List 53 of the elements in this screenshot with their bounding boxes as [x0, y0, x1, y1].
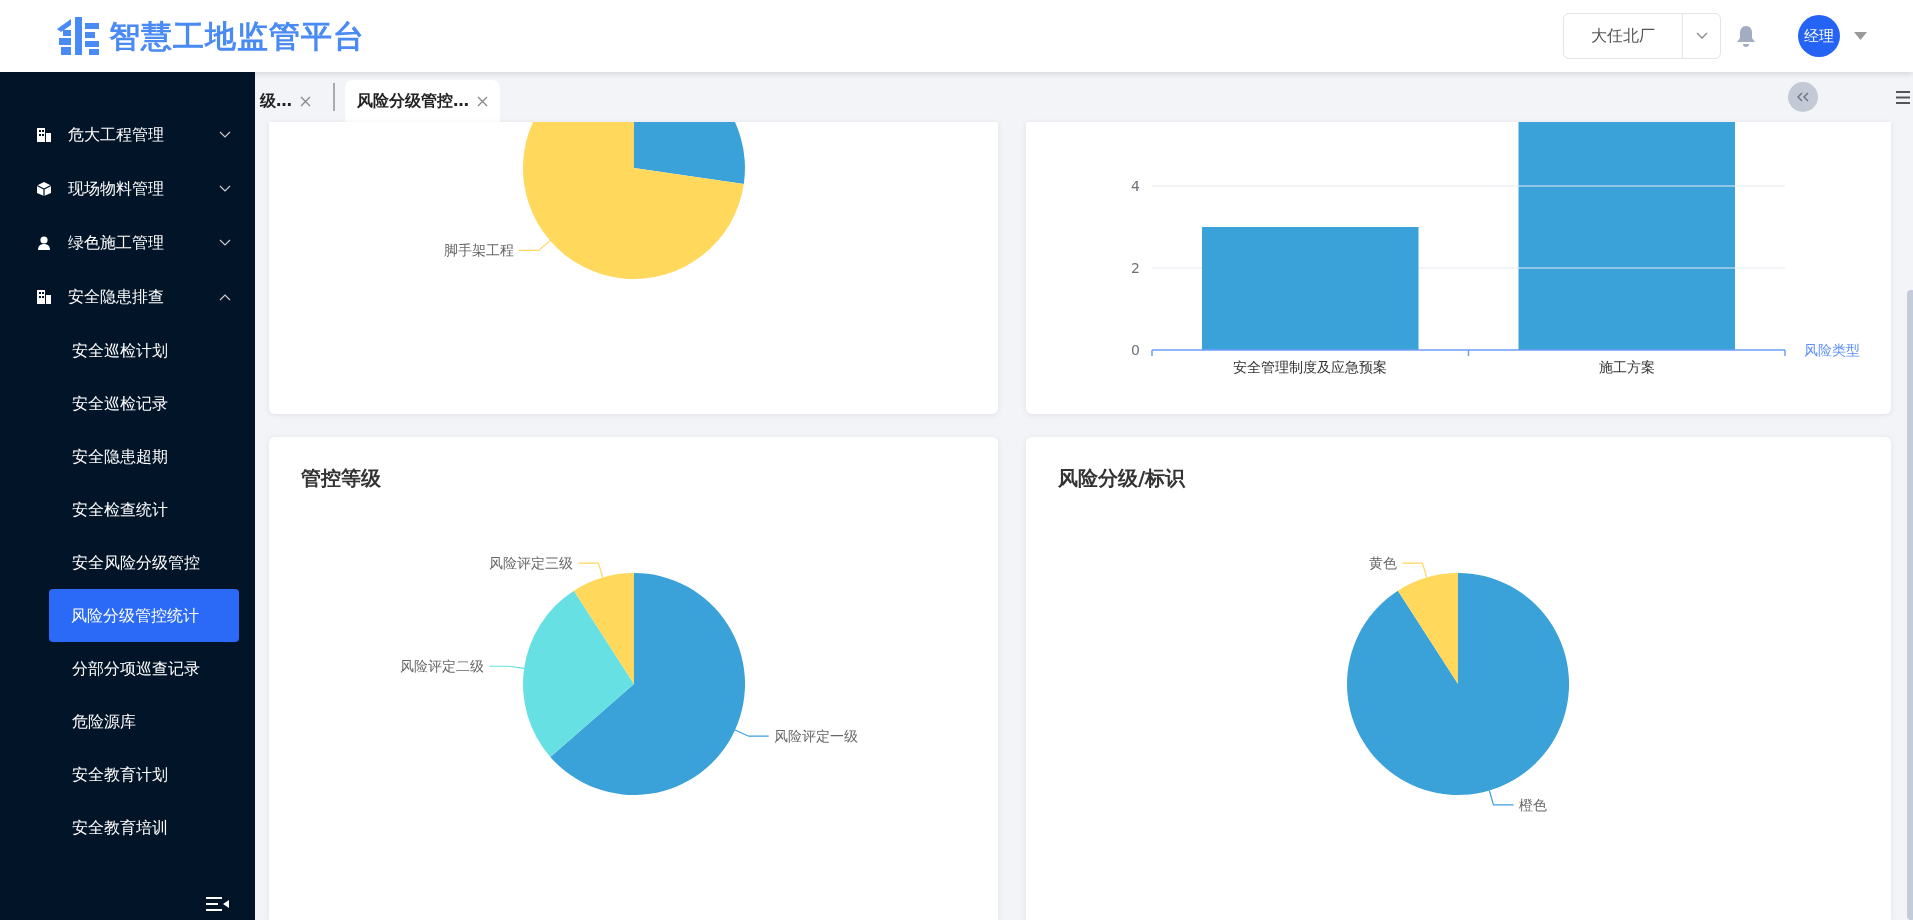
tab[interactable]: 风险分级管控…: [345, 80, 500, 122]
tab[interactable]: 级…: [255, 80, 323, 122]
bell-icon[interactable]: [1736, 25, 1756, 47]
menu-collapse-icon[interactable]: [206, 896, 230, 912]
leader-line: [1488, 789, 1515, 806]
sidebar-item[interactable]: 安全巡检计划: [0, 324, 255, 377]
card-title: 管控等级: [300, 465, 382, 492]
chevron-down-icon: [1695, 32, 1708, 40]
sidebar-group[interactable]: 安全隐患排查: [0, 270, 255, 324]
close-icon[interactable]: [477, 95, 488, 107]
slice-label: 风险评定二级: [400, 658, 485, 675]
axis-category-label: 施工方案: [1598, 359, 1655, 375]
leader-line: [577, 562, 604, 579]
site-select[interactable]: 大任北厂: [1563, 13, 1721, 59]
sidebar-item[interactable]: 安全教育培训: [0, 801, 255, 854]
building-logo-icon: [55, 15, 101, 57]
axis-tick-label: 4: [1131, 178, 1140, 194]
sidebar-item[interactable]: 安全检查统计: [0, 483, 255, 536]
axis-tick-label: 2: [1131, 260, 1140, 276]
building-icon: [36, 289, 52, 305]
building-icon: [36, 127, 52, 143]
slice-label: 脚手架工程: [443, 242, 514, 259]
person-icon: [36, 235, 52, 251]
axis-category-label: 安全管理制度及应急预案: [1233, 359, 1388, 375]
sidebar-group[interactable]: 绿色施工管理: [0, 216, 255, 270]
sidebar-item[interactable]: 安全教育计划: [0, 748, 255, 801]
leader-line: [734, 729, 770, 737]
caret-down-icon[interactable]: [1854, 32, 1867, 40]
slice-label: 风险评定三级: [489, 555, 574, 572]
logo-title: 智慧工地监管平台: [109, 16, 365, 56]
double-chevron-left-icon: [1797, 92, 1809, 102]
sidebar-group[interactable]: 危大工程管理: [0, 108, 255, 162]
collapse-tabs-button[interactable]: [1788, 82, 1818, 112]
leader-line: [1401, 562, 1428, 579]
card-title: 风险分级/标识: [1057, 465, 1187, 492]
sidebar-group[interactable]: 现场物料管理: [0, 162, 255, 216]
cube-icon: [36, 181, 52, 197]
sidebar-item[interactable]: 安全风险分级管控: [0, 536, 255, 589]
slice-label: 风险评定一级: [773, 728, 858, 745]
sidebar-item[interactable]: 风险分级管控统计: [49, 589, 239, 642]
slice-label: 黄色: [1369, 555, 1398, 572]
menu-icon[interactable]: [1896, 90, 1910, 104]
sidebar-item[interactable]: 分部分项巡查记录: [0, 642, 255, 695]
sidebar-item[interactable]: 安全巡检记录: [0, 377, 255, 430]
sidebar-item[interactable]: 安全隐患超期: [0, 430, 255, 483]
axis-tick-label: 0: [1131, 342, 1140, 358]
leader-line: [518, 240, 551, 252]
close-icon[interactable]: [300, 95, 311, 107]
sidebar-item[interactable]: 危险源库: [0, 695, 255, 748]
leader-line: [488, 665, 525, 669]
user-avatar[interactable]: 经理: [1798, 15, 1840, 57]
slice-label: 橙色: [1518, 796, 1547, 813]
axis-title: 风险类型: [1804, 342, 1860, 358]
